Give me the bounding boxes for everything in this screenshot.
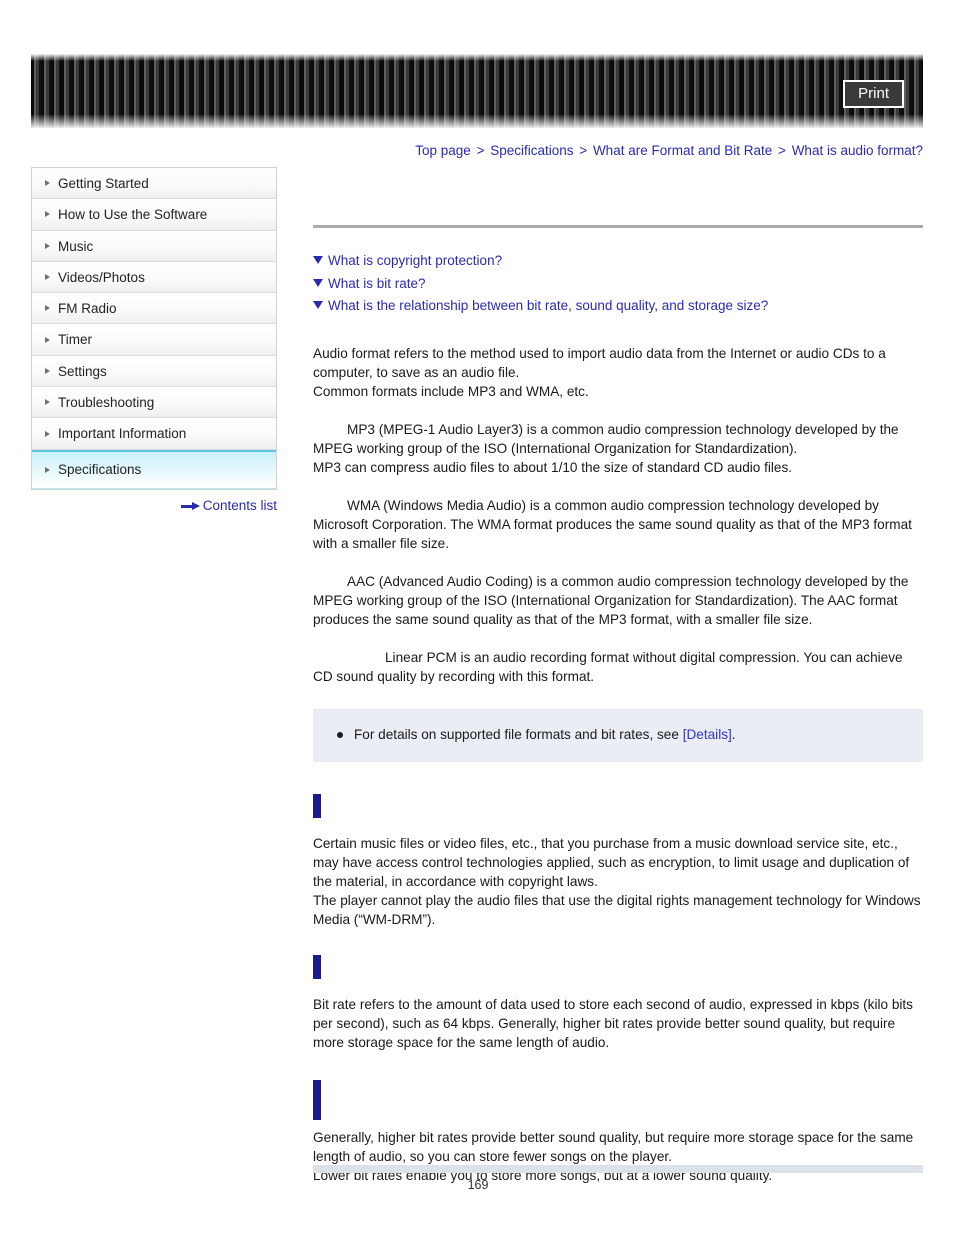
down-triangle-icon [313,256,323,264]
sidebar-item-label: Troubleshooting [58,395,155,411]
section-body: Generally, higher bit rates provide bett… [313,1128,923,1185]
down-triangle-icon [313,278,323,287]
breadcrumb: Top page > Specifications > What are For… [313,143,923,158]
section-copyright-protection: What is copyright protection? Certain mu… [313,793,923,929]
breadcrumb-item-top-page[interactable]: Top page [415,143,471,158]
contents-list-label: Contents list [202,498,277,513]
chevron-right-icon [45,399,50,406]
content-divider [313,225,923,228]
mp3-paragraph-2: MP3 can compress audio files to about 1/… [313,459,793,475]
chevron-right-icon [45,274,50,281]
sidebar-item-settings[interactable]: Settings [32,355,276,388]
chevron-right-icon [45,305,50,312]
note-text-after: . [731,726,736,742]
sidebar-item-getting-started[interactable]: Getting Started [32,168,276,200]
chevron-right-icon [45,367,50,374]
page-number: 169 [467,1178,489,1192]
chevron-right-icon [45,180,50,187]
anchor-link-copyright-protection[interactable]: What is copyright protection? [313,250,923,273]
section-paragraph: Certain music files or video files, etc.… [313,835,910,889]
sidebar-item-label: Settings [58,363,107,379]
intro-paragraph-2: Common formats include MP3 and WMA, etc. [313,383,589,399]
aac-paragraph: AAC (Advanced Audio Coding) is a common … [313,573,909,627]
section-paragraph: Bit rate refers to the amount of data us… [313,996,913,1050]
right-arrow-icon [180,502,200,511]
sidebar-item-music[interactable]: Music [32,230,276,262]
section-heading: What is copyright protection? [313,793,923,818]
anchor-label: What is bit rate? [328,275,426,291]
chevron-right-icon [45,211,50,218]
sidebar-item-fm-radio[interactable]: FM Radio [32,293,276,325]
sidebar-item-specifications[interactable]: Specifications [32,449,276,489]
section-paragraph: The player cannot play the audio files t… [313,892,921,927]
section-bit-rate: What is bit rate? Bit rate refers to the… [313,954,923,1052]
sidebar-item-label: Timer [58,332,92,348]
section-heading: What is the relationship between bit rat… [313,1079,923,1120]
anchor-label: What is copyright protection? [328,253,503,268]
note-text-before: For details on supported file formats an… [354,726,683,742]
section-paragraph: Generally, higher bit rates provide bett… [313,1129,914,1164]
breadcrumb-item-current[interactable]: What is audio format? [792,143,923,158]
sidebar-item-troubleshooting[interactable]: Troubleshooting [32,387,276,419]
header-banner: Print [31,54,923,128]
chevron-right-icon [45,430,50,437]
section-body: Certain music files or video files, etc.… [313,834,923,929]
anchor-label: What is the relationship between bit rat… [328,298,769,313]
chevron-right-icon [45,336,50,343]
breadcrumb-item-specifications[interactable]: Specifications [490,143,573,158]
breadcrumb-separator: > [579,143,588,158]
breadcrumb-separator: > [778,143,786,158]
sidebar-item-label: Important Information [58,426,187,442]
chevron-right-icon [45,466,50,473]
section-body: Bit rate refers to the amount of data us… [313,995,923,1052]
down-triangle-icon [313,301,323,309]
note-item: For details on supported file formats an… [335,726,903,744]
sidebar-item-important-information[interactable]: Important Information [32,418,276,450]
sidebar-navigation: Getting Started How to Use the Software … [31,167,277,490]
sidebar-item-videos-photos[interactable]: Videos/Photos [32,261,276,294]
breadcrumb-item-format-bit-rate[interactable]: What are Format and Bit Rate [593,143,772,158]
sidebar-item-label: Specifications [58,461,142,477]
wma-paragraph: WMA (Windows Media Audio) is a common au… [313,497,912,551]
footer-divider [313,1165,923,1173]
sidebar-item-timer[interactable]: Timer [32,324,276,356]
sidebar-item-label: FM Radio [58,301,117,317]
anchor-link-bit-rate[interactable]: What is bit rate? [313,273,923,296]
details-link[interactable]: [Details] [683,727,732,742]
intro-paragraph-1: Audio format refers to the method used t… [313,345,886,380]
section-accent-bar [313,954,321,979]
chevron-right-icon [45,242,50,249]
section-heading: What is bit rate? [313,954,923,979]
pcm-paragraph: Linear PCM is an audio recording format … [313,649,903,684]
sidebar-item-how-to-use-the-software[interactable]: How to Use the Software [32,199,276,231]
note-box: For details on supported file formats an… [313,708,923,762]
sidebar-item-label: Music [58,238,94,254]
sidebar-item-label: Getting Started [58,176,149,191]
contents-list-link[interactable]: Contents list [31,498,277,513]
section-accent-bar [313,793,321,818]
main-content: What is copyright protection? What is bi… [313,180,923,1185]
anchor-link-bit-rate-relationship[interactable]: What is the relationship between bit rat… [313,295,923,318]
sidebar-item-label: Videos/Photos [58,269,145,285]
breadcrumb-separator: > [476,143,485,158]
mp3-paragraph-1: MP3 (MPEG-1 Audio Layer3) is a common au… [313,421,899,456]
bullet-icon [337,731,343,738]
print-button[interactable]: Print [843,80,904,108]
sidebar-item-label: How to Use the Software [58,207,208,223]
section-accent-bar [313,1079,321,1120]
